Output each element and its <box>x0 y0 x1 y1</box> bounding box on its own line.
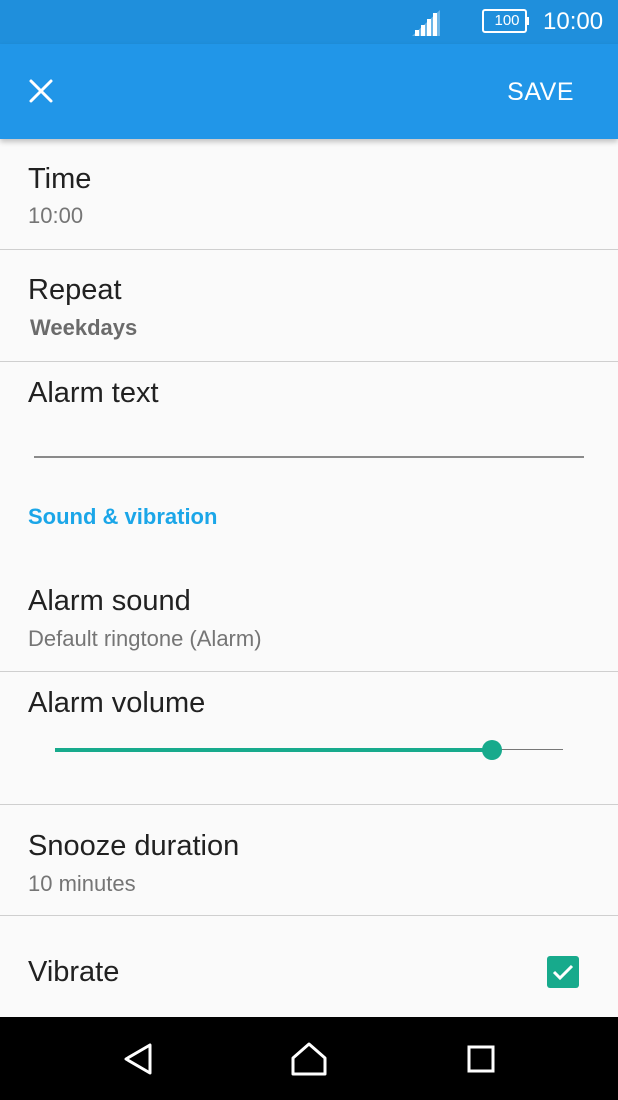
vibrate-title: Vibrate <box>28 956 120 988</box>
check-icon <box>552 964 574 981</box>
snooze-title: Snooze duration <box>28 830 240 862</box>
repeat-value: Weekdays <box>30 315 138 340</box>
status-time: 10:00 <box>543 8 604 35</box>
alarm-sound-setting[interactable]: Alarm sound Default ringtone (Alarm) <box>0 560 618 671</box>
alarm-text-title: Alarm text <box>28 377 159 409</box>
alarm-text-input[interactable] <box>34 456 584 458</box>
signal-icon <box>412 10 440 36</box>
alarm-volume-setting: Alarm volume <box>0 672 618 804</box>
back-icon <box>124 1043 152 1075</box>
recents-button[interactable] <box>459 1037 503 1081</box>
time-setting[interactable]: Time 10:00 <box>0 139 618 249</box>
snooze-setting[interactable]: Snooze duration 10 minutes <box>0 805 618 915</box>
volume-slider-fill[interactable] <box>55 748 492 752</box>
close-button[interactable] <box>14 64 68 118</box>
volume-slider-track[interactable] <box>491 749 563 750</box>
close-icon <box>29 79 53 103</box>
repeat-setting[interactable]: Repeat Weekdays <box>0 250 618 361</box>
home-button[interactable] <box>287 1037 331 1081</box>
save-button[interactable]: SAVE <box>507 72 574 112</box>
repeat-title: Repeat <box>28 274 122 306</box>
alarm-sound-title: Alarm sound <box>28 585 191 617</box>
battery-level: 100 <box>494 12 520 29</box>
back-button[interactable] <box>116 1037 160 1081</box>
time-title: Time <box>28 163 92 195</box>
home-icon <box>291 1042 327 1076</box>
vibrate-checkbox[interactable] <box>547 956 579 988</box>
status-bar: 100 10:00 <box>0 0 618 44</box>
recents-icon <box>467 1045 495 1073</box>
snooze-value: 10 minutes <box>28 871 136 896</box>
time-value: 10:00 <box>28 203 84 228</box>
volume-slider-thumb[interactable] <box>481 740 502 760</box>
navigation-bar <box>0 1017 618 1100</box>
alarm-volume-title: Alarm volume <box>28 687 206 719</box>
app-bar: SAVE <box>0 44 618 139</box>
section-header-sound: Sound & vibration <box>28 504 218 529</box>
alarm-sound-value: Default ringtone (Alarm) <box>28 626 262 651</box>
vibrate-setting[interactable]: Vibrate <box>0 916 618 1017</box>
